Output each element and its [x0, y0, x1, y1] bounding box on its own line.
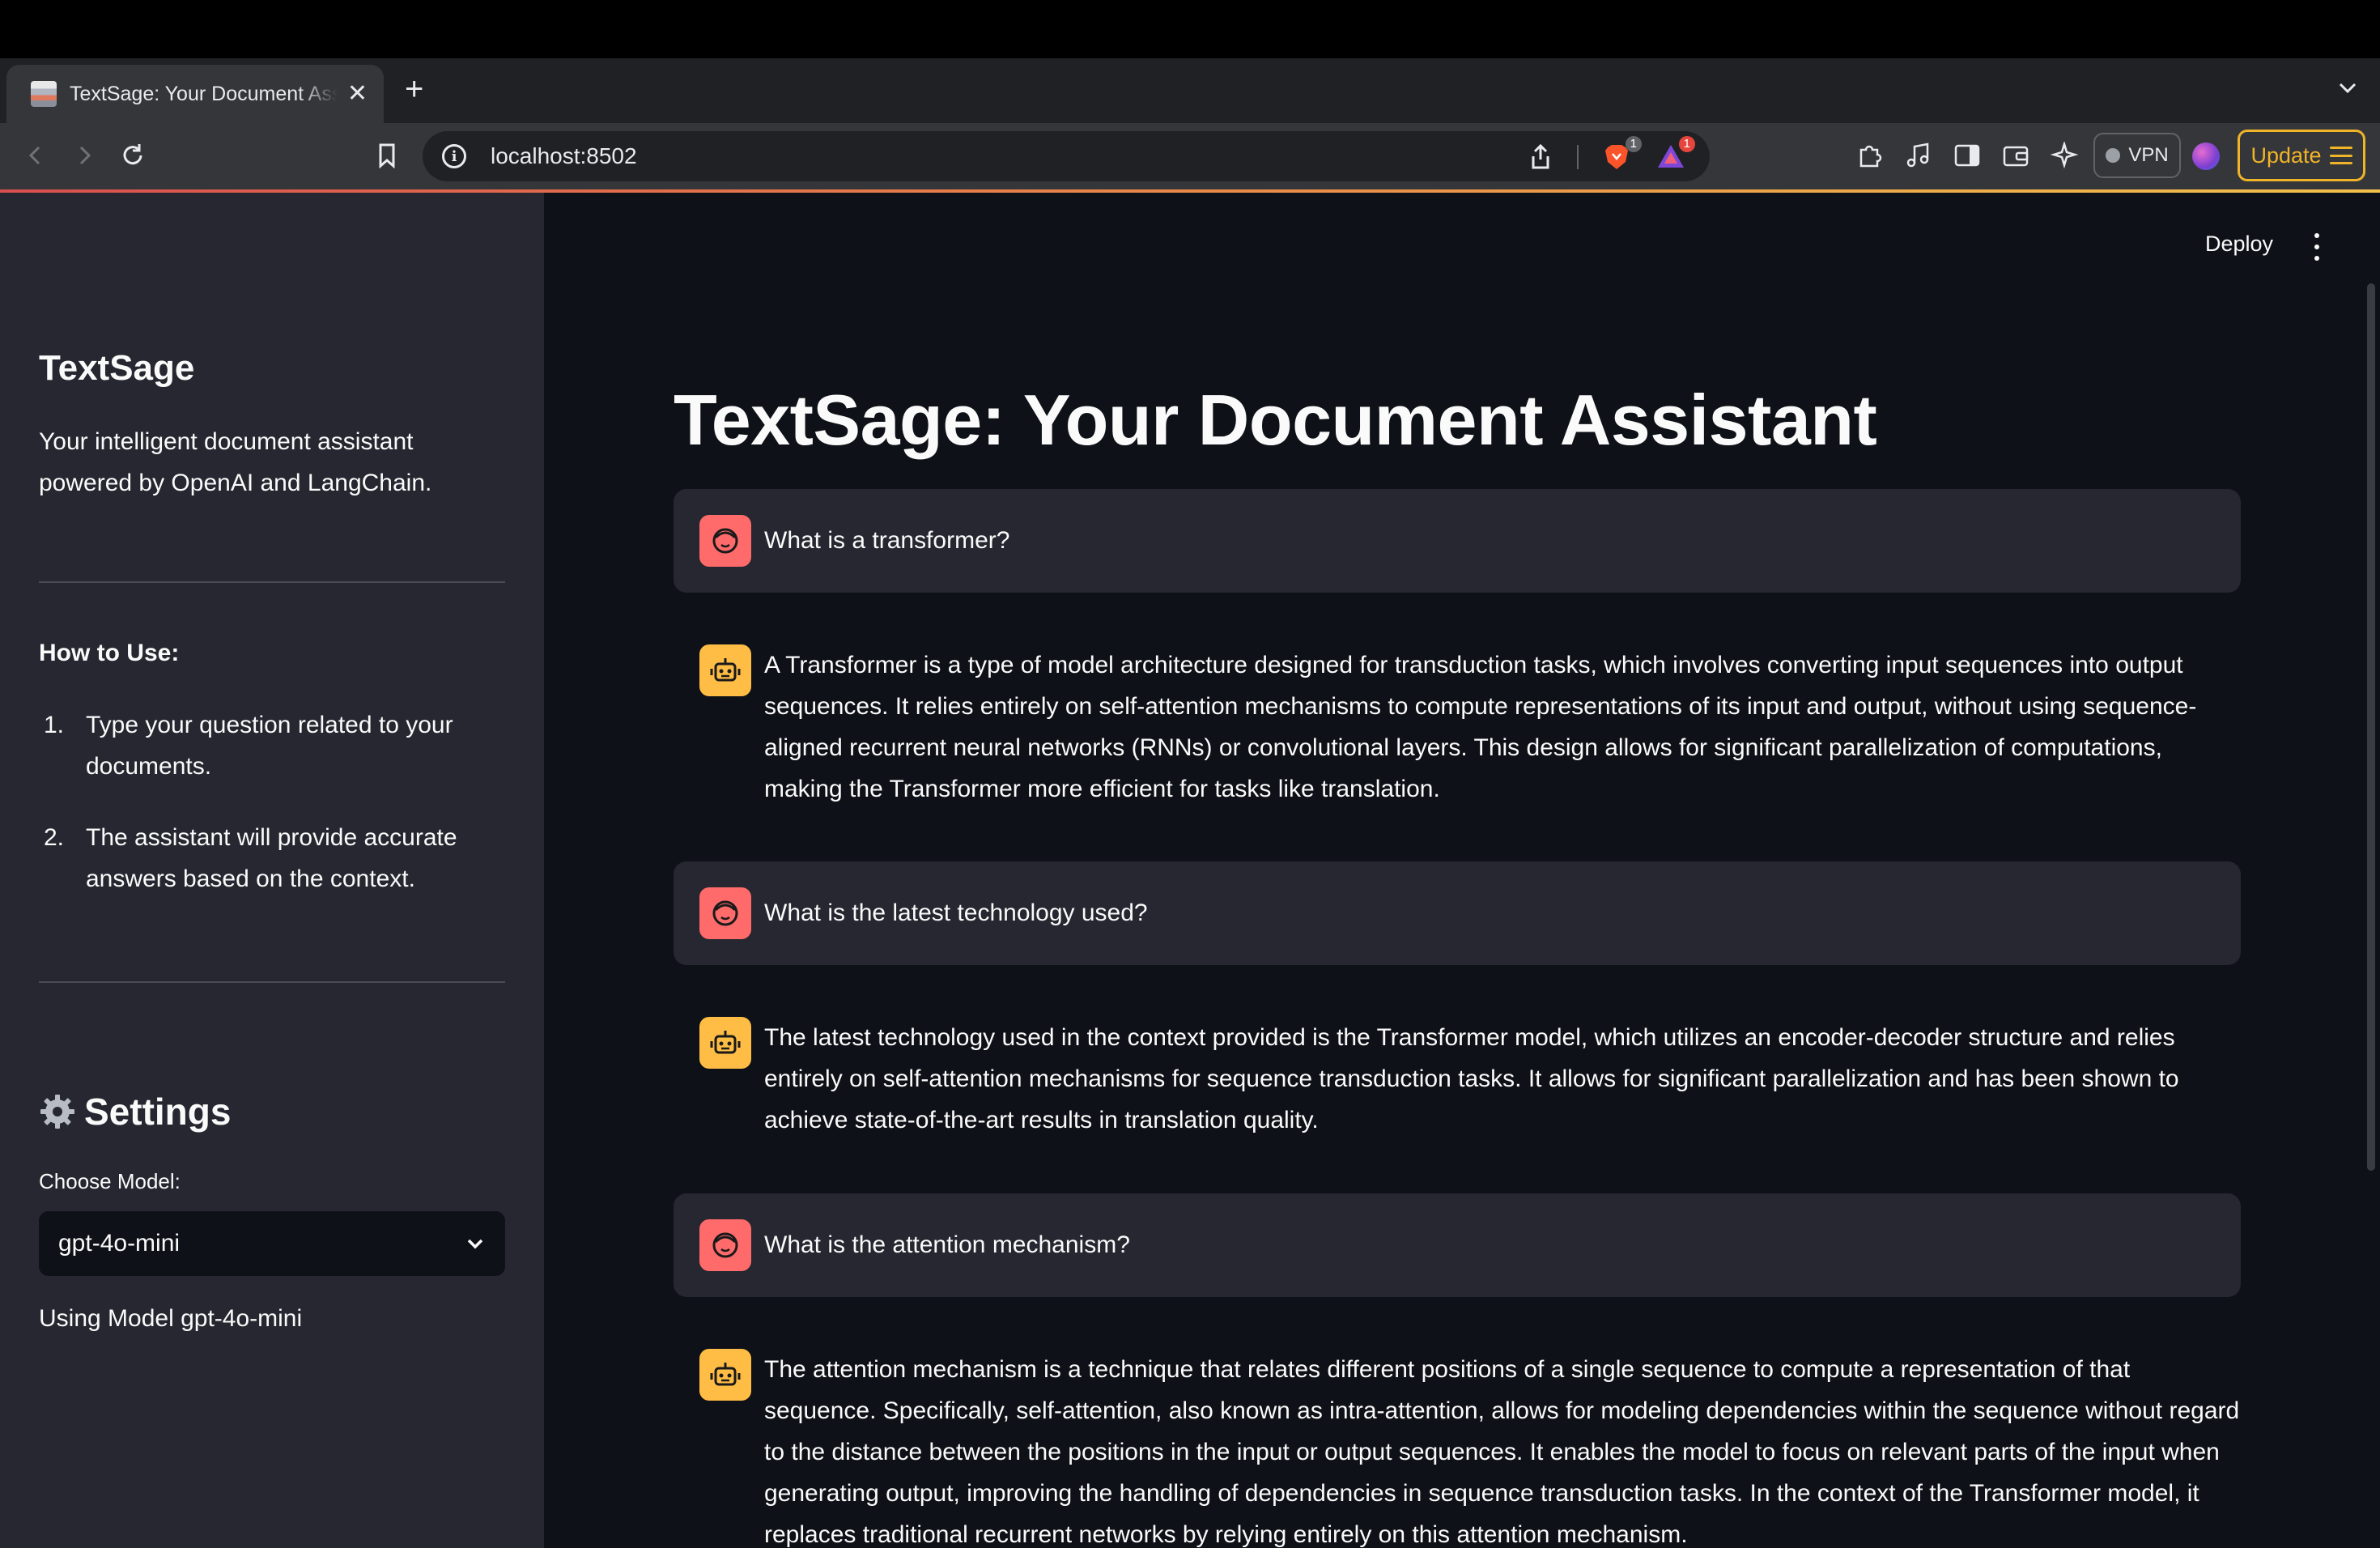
user-avatar — [699, 515, 751, 567]
how-to-heading: How to Use: — [39, 640, 180, 666]
assistant-avatar — [699, 1017, 751, 1069]
music-note-icon — [1906, 142, 1929, 168]
assistant-avatar — [699, 1349, 751, 1401]
step-number: 1. — [44, 712, 65, 738]
brave-shields-badge: 1 — [1625, 136, 1642, 152]
chat-message-assistant: A Transformer is a type of model archite… — [674, 640, 2241, 816]
user-avatar — [699, 1219, 751, 1271]
tab-search-chevron-icon[interactable] — [2336, 76, 2359, 99]
sidebar-title: TextSage — [39, 348, 195, 388]
page-title: TextSage: Your Document Assistant — [674, 380, 1877, 460]
update-label: Update — [2250, 142, 2322, 168]
step-number: 2. — [44, 824, 65, 851]
message-text: What is the latest technology used? — [764, 899, 1148, 926]
tab-favicon-icon — [31, 81, 57, 107]
message-text: What is the attention mechanism? — [764, 1231, 1130, 1258]
leo-ai-button[interactable] — [2048, 139, 2080, 172]
main-scrollbar[interactable] — [2367, 283, 2375, 1171]
wallet-button[interactable] — [2000, 139, 2032, 172]
update-button[interactable]: Update — [2238, 130, 2365, 181]
site-info-icon[interactable]: i — [442, 144, 466, 168]
new-tab-button[interactable]: + — [405, 73, 423, 105]
tab-title: TextSage: Your Document Assistant — [70, 82, 338, 105]
how-to-steps: 1. Type your question related to your do… — [39, 704, 508, 929]
browser-tab[interactable]: TextSage: Your Document Assistant ✕ — [6, 65, 384, 123]
sidebar-divider — [39, 581, 505, 583]
vpn-button[interactable]: VPN — [2093, 133, 2181, 178]
url-text[interactable]: localhost:8502 — [491, 143, 637, 169]
vpn-status-dot-icon — [2106, 148, 2121, 163]
user-face-icon — [712, 528, 738, 554]
user-avatar — [699, 887, 751, 939]
separator — [1577, 145, 1579, 169]
wallet-icon — [2003, 146, 2029, 167]
tab-close-icon[interactable]: ✕ — [347, 82, 368, 106]
model-select[interactable]: gpt-4o-mini — [39, 1211, 505, 1276]
brave-rewards-button[interactable]: 1 — [1656, 136, 1695, 172]
back-button[interactable] — [19, 139, 52, 172]
step-text: Type your question related to your docum… — [86, 712, 453, 780]
user-face-icon — [712, 1232, 738, 1258]
settings-heading: Settings — [39, 1090, 231, 1133]
sidebar-panel-icon — [1954, 144, 1980, 167]
tab-strip: TextSage: Your Document Assistant ✕ — [0, 58, 2380, 123]
reload-button[interactable] — [117, 139, 149, 172]
puzzle-icon — [1859, 145, 1882, 168]
robot-icon — [710, 1031, 741, 1054]
brave-shields-button[interactable]: 1 — [1603, 136, 1642, 172]
chat-message-user: What is the latest technology used? — [674, 861, 2241, 965]
window-top-bar — [0, 0, 2380, 58]
robot-icon — [710, 1363, 741, 1386]
rewards-badge: 1 — [1678, 136, 1695, 152]
settings-title: Settings — [84, 1091, 232, 1133]
sidebar-toggle-button[interactable] — [1951, 139, 1983, 172]
step-text: The assistant will provide accurate answ… — [86, 824, 457, 892]
list-item: 2. The assistant will provide accurate a… — [39, 817, 508, 899]
model-select-label: Choose Model: — [39, 1169, 181, 1193]
extensions-button[interactable] — [1854, 139, 1886, 172]
chat-message-user: What is the attention mechanism? — [674, 1193, 2241, 1297]
sidebar-divider — [39, 981, 505, 983]
chat-message-assistant: The latest technology used in the contex… — [674, 1012, 2241, 1145]
gear-icon — [40, 1095, 74, 1129]
using-model-text: Using Model gpt-4o-mini — [39, 1305, 303, 1332]
robot-icon — [710, 658, 741, 682]
profile-avatar[interactable] — [2192, 142, 2220, 170]
chevron-down-icon — [467, 1239, 483, 1249]
menu-hamburger-icon — [2329, 147, 2352, 164]
vpn-label: VPN — [2128, 144, 2169, 166]
chat-message-user: What is a transformer? — [674, 489, 2241, 593]
list-item: 1. Type your question related to your do… — [39, 704, 508, 787]
media-button[interactable] — [1902, 139, 1935, 172]
reload-icon — [123, 144, 142, 165]
bookmark-button[interactable] — [371, 139, 403, 172]
user-face-icon — [712, 900, 738, 926]
deploy-button[interactable]: Deploy — [2205, 232, 2273, 257]
forward-button[interactable] — [68, 139, 100, 172]
address-bar-actions: 1 1 — [1528, 136, 1695, 172]
message-text: The latest technology used in the contex… — [764, 1024, 2179, 1133]
message-text: A Transformer is a type of model archite… — [764, 652, 2197, 802]
arrow-left-icon — [28, 146, 40, 165]
main-menu-kebab-icon[interactable] — [2309, 233, 2325, 261]
chat-message-assistant: The attention mechanism is a technique t… — [674, 1344, 2241, 1548]
message-text: What is a transformer? — [764, 527, 1010, 554]
sparkle-star-icon — [2051, 142, 2078, 169]
assistant-avatar — [699, 644, 751, 696]
address-bar[interactable]: i localhost:8502 1 1 — [423, 131, 1710, 181]
message-text: The attention mechanism is a technique t… — [764, 1356, 2240, 1548]
bookmark-icon — [379, 143, 395, 168]
sidebar-description: Your intelligent document assistant powe… — [39, 428, 432, 496]
share-icon[interactable] — [1528, 143, 1553, 171]
arrow-right-icon — [79, 146, 91, 165]
model-select-value: gpt-4o-mini — [58, 1230, 181, 1257]
app-sidebar: TextSage Your intelligent document assis… — [0, 193, 544, 1548]
